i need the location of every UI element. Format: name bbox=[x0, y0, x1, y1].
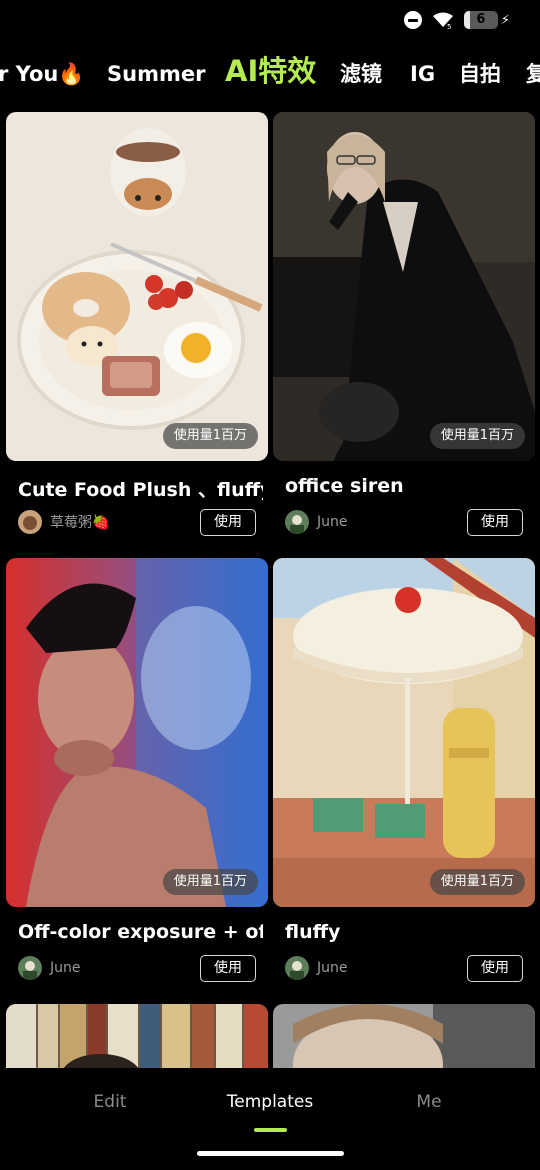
usage-count: 使用量1百万 bbox=[429, 869, 525, 895]
portrait-bw-image bbox=[273, 1004, 535, 1068]
active-tab-indicator bbox=[254, 1128, 287, 1132]
off-color-exposure-image bbox=[6, 558, 268, 907]
author: June bbox=[285, 955, 348, 981]
author: 草莓粥🍓 bbox=[18, 509, 109, 535]
template-thumbnail[interactable] bbox=[273, 1004, 535, 1068]
nav-edit[interactable]: Edit bbox=[94, 1092, 127, 1112]
author-avatar bbox=[18, 510, 42, 534]
tab-ig[interactable]: IG bbox=[410, 52, 435, 96]
author-avatar bbox=[18, 956, 42, 980]
author-name: June bbox=[317, 514, 348, 530]
author-name: June bbox=[317, 960, 348, 976]
home-indicator[interactable] bbox=[197, 1151, 344, 1156]
use-button[interactable]: 使用 bbox=[200, 955, 256, 982]
template-card[interactable] bbox=[273, 1004, 535, 1068]
tab-filters[interactable]: 滤镜 bbox=[340, 52, 382, 96]
author-name: 草莓粥🍓 bbox=[50, 515, 110, 531]
wifi-icon: 5 bbox=[432, 12, 453, 29]
status-bar: 5 6 ⚡ bbox=[0, 0, 540, 44]
template-thumbnail[interactable] bbox=[6, 1004, 268, 1068]
category-tabs: r You🔥 Summer AI特效 滤镜 IG 自拍 复 bbox=[0, 52, 540, 96]
template-thumbnail[interactable]: 使用量1百万 bbox=[6, 112, 268, 461]
food-plush-image bbox=[6, 112, 268, 461]
use-button[interactable]: 使用 bbox=[467, 509, 523, 536]
template-title: office siren bbox=[285, 475, 404, 497]
do-not-disturb-icon bbox=[403, 11, 422, 29]
fluffy-patio-image bbox=[273, 558, 535, 907]
bookshelf-image bbox=[6, 1004, 268, 1068]
charging-bolt-icon: ⚡ bbox=[500, 12, 510, 28]
use-button[interactable]: 使用 bbox=[200, 509, 256, 536]
tab-ai-effects[interactable]: AI特效 bbox=[225, 52, 316, 93]
usage-count: 使用量1百万 bbox=[162, 423, 258, 449]
nav-me[interactable]: Me bbox=[416, 1092, 441, 1112]
template-card[interactable] bbox=[6, 1004, 268, 1068]
template-thumbnail[interactable]: 使用量1百万 bbox=[273, 112, 535, 461]
template-title: fluffy bbox=[285, 921, 341, 943]
author-name: June bbox=[50, 960, 81, 976]
office-siren-image bbox=[273, 112, 535, 461]
battery-icon: 6 ⚡ bbox=[463, 11, 510, 29]
svg-text:5: 5 bbox=[447, 23, 451, 29]
author: June bbox=[18, 955, 81, 981]
template-title: Cute Food Plush 、fluffy bbox=[18, 479, 263, 501]
author-avatar bbox=[285, 510, 309, 534]
author-avatar bbox=[285, 956, 309, 980]
template-title: Off-color exposure + off... bbox=[18, 921, 263, 943]
nav-templates[interactable]: Templates bbox=[227, 1092, 313, 1112]
tab-more[interactable]: 复 bbox=[526, 52, 540, 96]
battery-level: 6 bbox=[476, 12, 486, 27]
use-button[interactable]: 使用 bbox=[467, 955, 523, 982]
usage-count: 使用量1百万 bbox=[162, 869, 258, 895]
tab-selfie[interactable]: 自拍 bbox=[459, 52, 501, 96]
template-thumbnail[interactable]: 使用量1百万 bbox=[273, 558, 535, 907]
template-thumbnail[interactable]: 使用量1百万 bbox=[6, 558, 268, 907]
author: June bbox=[285, 509, 348, 535]
usage-count: 使用量1百万 bbox=[429, 423, 525, 449]
tab-for-you[interactable]: r You🔥 bbox=[0, 52, 84, 96]
tab-summer[interactable]: Summer bbox=[107, 52, 205, 96]
bottom-navigation: Edit Templates Me bbox=[0, 1068, 540, 1170]
